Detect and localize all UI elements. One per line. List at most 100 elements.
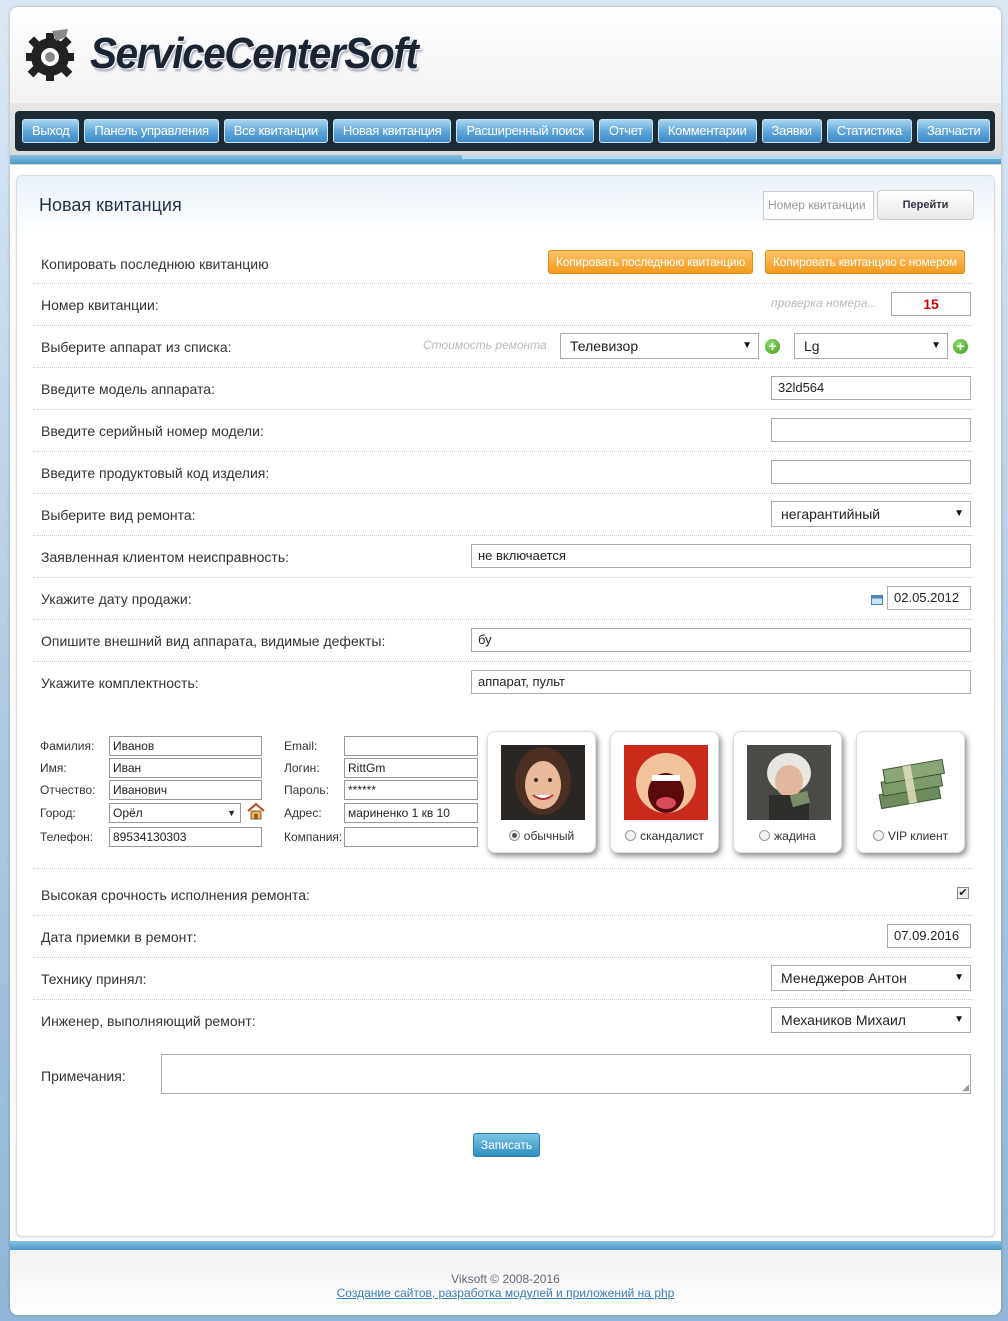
sale-date-row: Укажите дату продажи: 02.05.2012 xyxy=(33,578,973,620)
nav-item-statistics[interactable]: Статистика xyxy=(826,119,912,143)
serial-input[interactable] xyxy=(771,418,971,442)
nav-item-report[interactable]: Отчет xyxy=(598,119,653,143)
surname-input[interactable]: Иванов xyxy=(109,736,262,756)
repair-cost-hint: Стоимость ремонта xyxy=(423,338,547,352)
nav-item-all-receipts[interactable]: Все квитанции xyxy=(223,119,328,143)
notes-label: Примечания: xyxy=(41,1068,126,1084)
nav-item-new-receipt[interactable]: Новая квитанция xyxy=(332,119,452,143)
receipt-number-search-input[interactable]: Номер квитанции xyxy=(763,191,874,220)
engineer-value: Механиков Михаил xyxy=(781,1012,906,1028)
login-label: Логин: xyxy=(284,761,320,775)
address-label: Адрес: xyxy=(284,806,322,820)
home-icon[interactable] xyxy=(247,802,265,820)
brand-select[interactable]: Lg ▼ xyxy=(794,333,948,359)
regular-client-photo xyxy=(501,745,585,820)
password-input[interactable]: ****** xyxy=(344,780,478,800)
client-type-card-scandalist[interactable]: скандалист xyxy=(610,731,719,853)
accepted-by-value: Менеджеров Антон xyxy=(781,970,907,986)
vip-client-photo xyxy=(870,745,954,820)
serial-row: Введите серийный номер модели: xyxy=(33,410,973,452)
appearance-label: Опишите внешний вид аппарата, видимые де… xyxy=(41,633,386,649)
appearance-input[interactable]: бу xyxy=(471,628,971,652)
product-code-label: Введите продуктовый код изделия: xyxy=(41,465,270,481)
login-input[interactable]: RittGm xyxy=(344,758,478,778)
nav-item-logout[interactable]: Выход xyxy=(22,119,80,143)
notes-textarea[interactable]: ◢ xyxy=(161,1054,971,1094)
model-label: Введите модель аппарата: xyxy=(41,381,215,397)
serial-label: Введите серийный номер модели: xyxy=(41,423,264,439)
radio-scandalist[interactable] xyxy=(625,830,637,841)
calendar-icon[interactable] xyxy=(871,594,883,605)
radio-regular[interactable] xyxy=(508,830,520,841)
content-header: Новая квитанция Номер квитанции Перейти xyxy=(17,176,994,238)
repair-type-value: негарантийный xyxy=(781,506,881,522)
company-label: Компания: xyxy=(284,830,343,844)
accept-date-label: Дата приемки в ремонт: xyxy=(41,929,197,945)
chevron-down-icon: ▼ xyxy=(227,808,236,818)
email-input[interactable] xyxy=(344,736,478,756)
accepted-by-select[interactable]: Менеджеров Антон ▼ xyxy=(771,965,971,991)
engineer-row: Инженер, выполняющий ремонт: Механиков М… xyxy=(33,1000,973,1042)
device-select[interactable]: Телевизор ▼ xyxy=(560,333,759,359)
nav-item-parts[interactable]: Запчасти xyxy=(916,119,991,143)
copy-row: Копировать последнюю квитанцию Копироват… xyxy=(33,244,973,284)
receipt-number-field[interactable]: 15 xyxy=(891,292,971,316)
model-input[interactable]: 32ld564 xyxy=(771,376,971,400)
copy-last-button[interactable]: Копировать последнюю квитанцию xyxy=(548,250,754,274)
city-select[interactable]: Орёл ▼ xyxy=(109,803,241,823)
sale-date-input[interactable]: 02.05.2012 xyxy=(887,586,971,610)
kit-row: Укажите комплектность: аппарат, пульт xyxy=(33,662,973,704)
nav-item-requests[interactable]: Заявки xyxy=(761,119,822,143)
accept-date-row: Дата приемки в ремонт: 07.09.2016 xyxy=(33,916,973,958)
device-select-value: Телевизор xyxy=(570,338,639,354)
device-row: Выберите аппарат из списка: Стоимость ре… xyxy=(33,326,973,368)
name-input[interactable]: Иван xyxy=(109,758,262,778)
fault-label: Заявленная клиентом неисправность: xyxy=(41,549,290,565)
client-type-option[interactable]: скандалист xyxy=(611,829,718,843)
receipt-number-label: Номер квитанции: xyxy=(41,297,159,313)
header-divider xyxy=(10,155,1001,164)
phone-input[interactable]: 89534130303 xyxy=(109,827,262,847)
appearance-row: Опишите внешний вид аппарата, видимые де… xyxy=(33,620,973,662)
accept-date-input[interactable]: 07.09.2016 xyxy=(887,924,971,948)
radio-vip[interactable] xyxy=(872,830,884,841)
company-input[interactable] xyxy=(344,827,478,847)
client-type-card-vip[interactable]: VIP клиент xyxy=(856,731,965,853)
client-type-option[interactable]: жадина xyxy=(734,829,841,843)
logo-text: ServiceCenterSoft xyxy=(90,29,419,78)
chevron-down-icon: ▼ xyxy=(931,340,941,351)
repair-type-label: Выберите вид ремонта: xyxy=(41,507,196,523)
fault-input[interactable]: не включается xyxy=(471,544,971,568)
page: ServiceCenterSoft Выход Панель управлени… xyxy=(10,7,1001,1315)
resize-handle-icon[interactable]: ◢ xyxy=(962,1082,969,1093)
nav-item-comments[interactable]: Комментарии xyxy=(657,119,757,143)
nav-item-advanced-search[interactable]: Расширенный поиск xyxy=(456,119,594,143)
radio-greedy[interactable] xyxy=(759,830,771,841)
chevron-down-icon: ▼ xyxy=(954,508,964,519)
product-code-row: Введите продуктовый код изделия: xyxy=(33,452,973,494)
add-brand-icon[interactable]: + xyxy=(953,339,968,354)
repair-type-select[interactable]: негарантийный ▼ xyxy=(771,501,971,527)
copy-by-number-button[interactable]: Копировать квитанцию с номером xyxy=(765,250,966,274)
client-type-option[interactable]: VIP клиент xyxy=(857,829,964,843)
urgent-checkbox[interactable]: ✔ xyxy=(957,887,969,899)
client-type-card-regular[interactable]: обычный xyxy=(487,731,596,853)
chevron-down-icon: ▼ xyxy=(954,1014,964,1025)
client-type-option[interactable]: обычный xyxy=(488,829,595,843)
save-button[interactable]: Записать xyxy=(473,1133,540,1157)
urgent-row: Высокая срочность исполнения ремонта: ✔ xyxy=(33,874,973,916)
client-type-card-greedy[interactable]: жадина xyxy=(733,731,842,853)
password-label: Пароль: xyxy=(284,783,329,797)
add-device-icon[interactable]: + xyxy=(765,339,780,354)
chevron-down-icon: ▼ xyxy=(954,972,964,983)
footer-divider xyxy=(10,1241,1001,1250)
address-input[interactable]: мариненко 1 кв 10 xyxy=(344,803,478,823)
accepted-by-row: Технику принял: Менеджеров Антон ▼ xyxy=(33,958,973,1000)
patronymic-input[interactable]: Иванович xyxy=(109,780,262,800)
product-code-input[interactable] xyxy=(771,460,971,484)
engineer-select[interactable]: Механиков Михаил ▼ xyxy=(771,1007,971,1033)
nav-item-control-panel[interactable]: Панель управления xyxy=(84,119,219,143)
footer-link[interactable]: Создание сайтов, разработка модулей и пр… xyxy=(10,1286,1001,1300)
kit-input[interactable]: аппарат, пульт xyxy=(471,670,971,694)
go-button[interactable]: Перейти xyxy=(877,190,974,220)
